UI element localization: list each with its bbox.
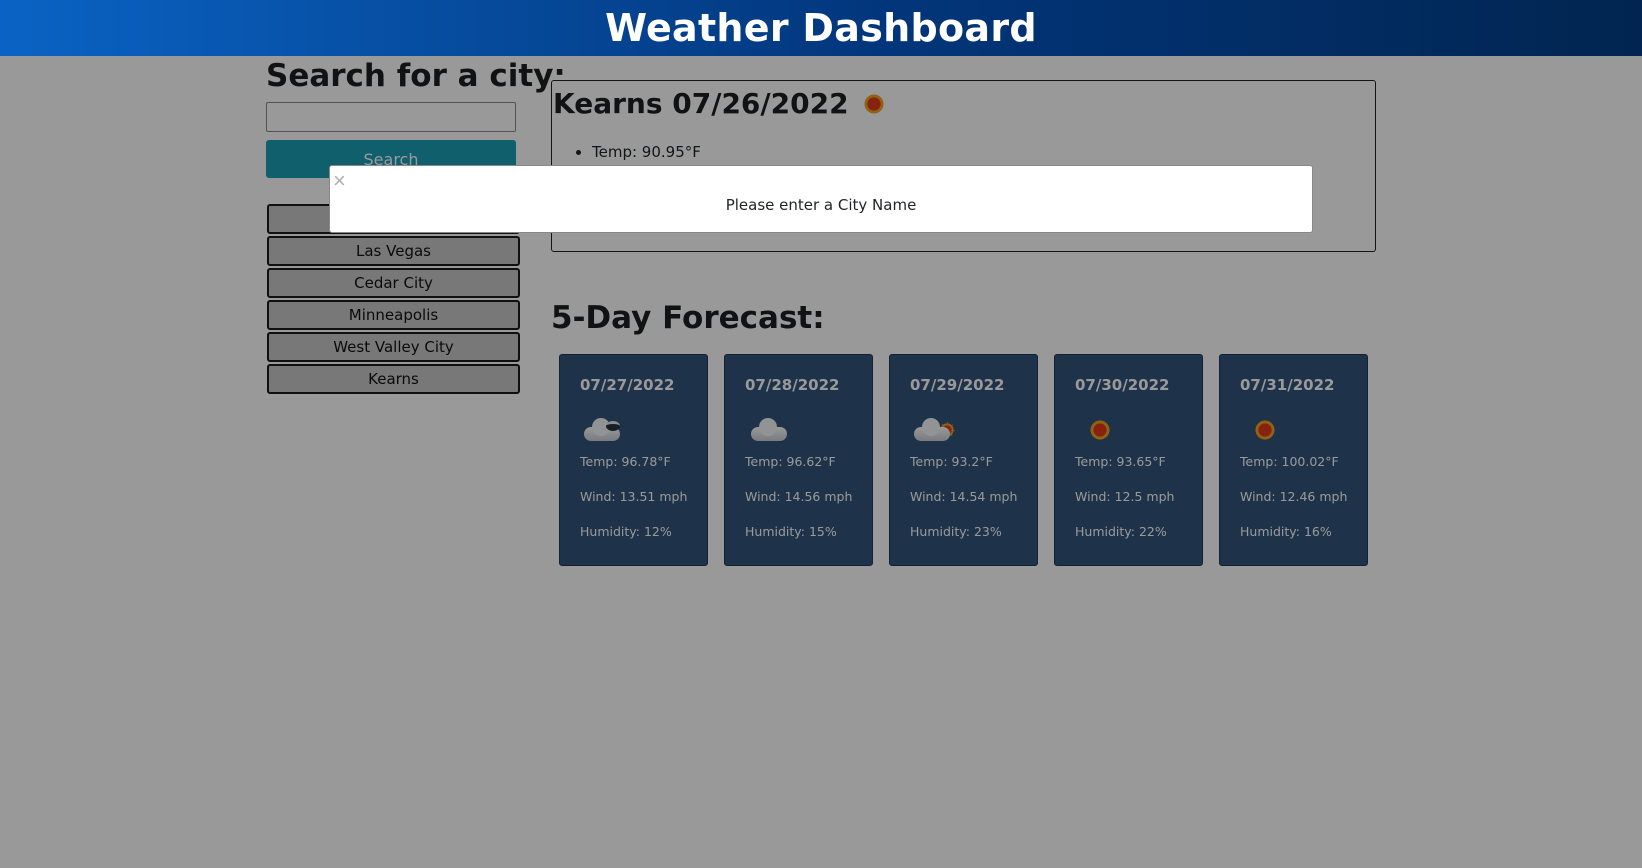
page: Weather Dashboard Search for a city: Sea…	[0, 0, 1642, 868]
app-header: Weather Dashboard	[0, 0, 1642, 56]
page-title: Weather Dashboard	[605, 6, 1037, 50]
modal-message: Please enter a City Name	[725, 196, 917, 214]
close-icon[interactable]: ×	[333, 170, 346, 192]
alert-modal: × Please enter a City Name	[329, 165, 1313, 233]
